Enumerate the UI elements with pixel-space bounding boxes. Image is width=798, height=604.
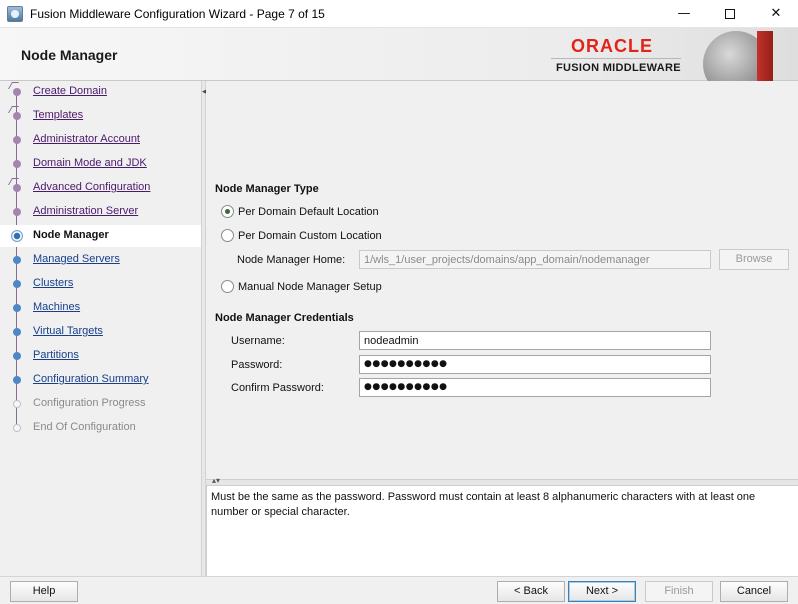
nav-step-label: Domain Mode and JDK xyxy=(33,157,147,169)
nav-step-label: Clusters xyxy=(33,277,74,289)
step-status-icon xyxy=(13,184,21,192)
oracle-wordmark: ORACLE xyxy=(571,36,653,56)
logo-divider xyxy=(551,58,681,59)
confirm-password-label: Confirm Password: xyxy=(231,382,324,394)
radio-manual-setup[interactable]: Manual Node Manager Setup xyxy=(221,278,521,296)
nav-step-label: Create Domain xyxy=(33,85,107,97)
help-button[interactable]: Help xyxy=(10,581,78,602)
wizard-steps-nav: Create Domain Templates Administrator Acco… xyxy=(0,81,201,576)
step-status-icon xyxy=(13,400,21,408)
credentials-title: Node Manager Credentials xyxy=(215,312,354,324)
nav-step-item[interactable]: Administration Server xyxy=(0,201,201,223)
radio-button[interactable] xyxy=(221,229,234,242)
radio-button[interactable] xyxy=(221,205,234,218)
nav-step-item[interactable]: Node Manager xyxy=(0,225,201,247)
step-status-icon xyxy=(13,352,21,360)
button-bar: Help < Back Next > Finish Cancel xyxy=(0,576,798,604)
nav-step-item[interactable]: Partitions xyxy=(0,345,201,367)
browse-button[interactable]: Browse xyxy=(719,249,789,270)
radio-label: Per Domain Default Location xyxy=(238,206,379,218)
nav-step-label: Administration Server xyxy=(33,205,139,217)
nav-step-label: End Of Configuration xyxy=(33,421,136,433)
nav-step-label: Node Manager xyxy=(33,229,109,241)
step-status-icon xyxy=(13,280,21,288)
window-title: Fusion Middleware Configuration Wizard -… xyxy=(30,7,325,21)
cancel-button[interactable]: Cancel xyxy=(720,581,788,602)
nav-step-item[interactable]: Configuration Summary xyxy=(0,369,201,391)
step-status-icon xyxy=(13,304,21,312)
nav-step-item[interactable]: Templates xyxy=(0,105,201,127)
radio-label: Per Domain Custom Location xyxy=(238,230,382,242)
nav-step-label: Administrator Account xyxy=(33,133,140,145)
nav-step-item: End Of Configuration xyxy=(0,417,201,439)
nav-step-item[interactable]: Create Domain xyxy=(0,81,201,103)
step-status-icon xyxy=(13,256,21,264)
username-input[interactable]: nodeadmin xyxy=(359,331,711,350)
nav-step-item[interactable]: Managed Servers xyxy=(0,249,201,271)
nav-step-label: Managed Servers xyxy=(33,253,120,265)
radio-label: Manual Node Manager Setup xyxy=(238,281,382,293)
next-button[interactable]: Next > xyxy=(568,581,636,602)
nav-step-label: Advanced Configuration xyxy=(33,181,151,193)
splitter-arrows-icon[interactable]: ▴▾ xyxy=(212,476,220,485)
nav-step-item[interactable]: Virtual Targets xyxy=(0,321,201,343)
username-label: Username: xyxy=(231,335,285,347)
step-status-icon xyxy=(13,112,21,120)
maximize-icon xyxy=(725,8,735,19)
nav-step-label: Configuration Summary xyxy=(33,373,149,385)
nav-step-item[interactable]: Advanced Configuration xyxy=(0,177,201,199)
nav-step-item[interactable]: Administrator Account xyxy=(0,129,201,151)
nav-step-item: Configuration Progress xyxy=(0,393,201,415)
fusion-emblem-icon xyxy=(701,31,773,81)
help-text-panel: Must be the same as the password. Passwo… xyxy=(206,485,798,576)
password-input[interactable]: ●●●●●●●●●● xyxy=(359,355,711,374)
finish-button[interactable]: Finish xyxy=(645,581,713,602)
nav-step-label: Virtual Targets xyxy=(33,325,103,337)
close-button[interactable]: ✕ xyxy=(753,0,798,28)
node-manager-type-title: Node Manager Type xyxy=(215,183,319,195)
node-manager-home-input[interactable]: 1/wls_1/user_projects/domains/app_domain… xyxy=(359,250,711,269)
oracle-logo: ORACLE FUSION MIDDLEWARE xyxy=(551,34,686,78)
app-icon xyxy=(7,6,23,22)
radio-button[interactable] xyxy=(221,280,234,293)
step-status-icon xyxy=(13,424,21,432)
nav-step-label: Machines xyxy=(33,301,81,313)
confirm-password-input[interactable]: ●●●●●●●●●● xyxy=(359,378,711,397)
nav-step-label: Partitions xyxy=(33,349,79,361)
content-panel: Node Manager Type Per Domain Default Loc… xyxy=(206,81,798,479)
nav-step-item[interactable]: Machines xyxy=(0,297,201,319)
maximize-button[interactable] xyxy=(707,0,753,28)
page-title: Node Manager xyxy=(21,47,118,63)
header-banner: Node Manager ORACLE FUSION MIDDLEWARE xyxy=(0,28,798,81)
title-bar: Fusion Middleware Configuration Wizard -… xyxy=(0,0,798,28)
fusion-middleware-wordmark: FUSION MIDDLEWARE xyxy=(556,62,681,74)
nav-step-item[interactable]: Clusters xyxy=(0,273,201,295)
step-status-icon xyxy=(13,136,21,144)
step-status-icon xyxy=(13,88,21,96)
step-status-icon xyxy=(13,376,21,384)
step-status-icon xyxy=(11,230,23,242)
radio-per-domain-custom[interactable]: Per Domain Custom Location xyxy=(221,227,521,245)
nav-step-label: Templates xyxy=(33,109,84,121)
step-status-icon xyxy=(13,328,21,336)
minimize-button[interactable]: — xyxy=(661,0,707,28)
node-manager-home-label: Node Manager Home: xyxy=(237,254,346,266)
radio-per-domain-default[interactable]: Per Domain Default Location xyxy=(221,203,521,221)
step-status-icon xyxy=(13,160,21,168)
step-status-icon xyxy=(13,208,21,216)
nav-step-item[interactable]: Domain Mode and JDK xyxy=(0,153,201,175)
password-label: Password: xyxy=(231,359,283,371)
nav-step-label: Configuration Progress xyxy=(33,397,146,409)
back-button[interactable]: < Back xyxy=(497,581,565,602)
